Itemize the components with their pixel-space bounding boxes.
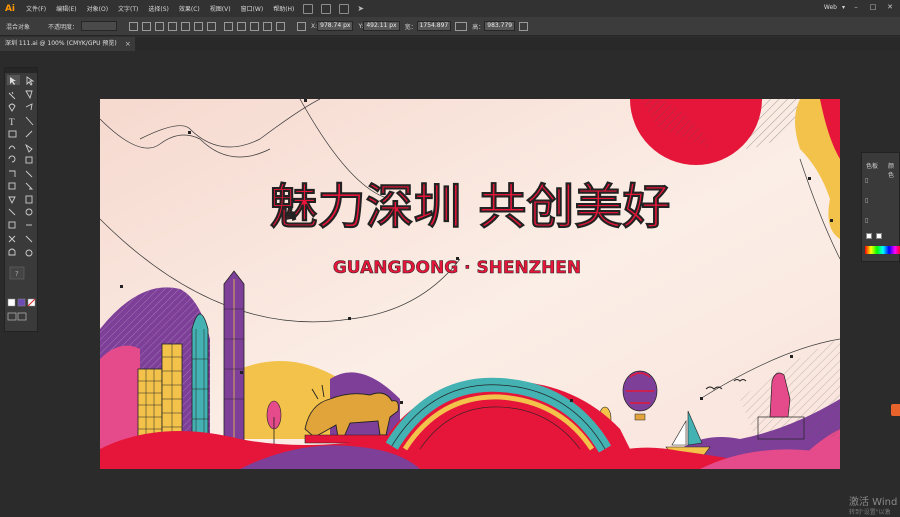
distribute-icon[interactable]	[224, 21, 234, 31]
activation-watermark: 激活 Wind	[849, 497, 898, 508]
y-field[interactable]: 492.11 px	[363, 21, 400, 31]
bridge-icon[interactable]	[303, 3, 314, 14]
activation-watermark-sub: 转到"设置"以激	[849, 509, 891, 516]
distribute-v-icon[interactable]	[237, 21, 247, 31]
menu-help[interactable]: 帮助(H)	[268, 4, 299, 13]
x-field[interactable]: 978.74 px	[317, 21, 354, 31]
channel-g-icon: ▯	[865, 197, 869, 204]
selection-type-label: 混合对象	[6, 23, 31, 31]
menu-edit[interactable]: 编辑(E)	[51, 4, 81, 13]
channel-b-icon: ▯	[865, 217, 869, 224]
svg-text:?: ?	[15, 270, 19, 278]
align-left-icon[interactable]	[142, 21, 152, 31]
document-close-icon[interactable]: ×	[125, 37, 131, 51]
align-top-icon[interactable]	[181, 21, 191, 31]
menu-window[interactable]: 窗口(W)	[236, 4, 269, 13]
artboard[interactable]: 魅力深圳 共创美好 GUANGDONG · SHENZHEN	[100, 99, 840, 469]
maximize-icon[interactable]: □	[867, 2, 879, 12]
width-label: 宽：	[404, 23, 417, 31]
menu-file[interactable]: 文件(F)	[21, 4, 51, 13]
document-tab[interactable]: 深圳 111.ai @ 100% (CMYK/GPU 预览) ×	[0, 37, 135, 51]
poster-artwork[interactable]: 魅力深圳 共创美好 GUANGDONG · SHENZHEN	[100, 99, 840, 469]
align-bottom-icon[interactable]	[207, 21, 217, 31]
document-tab-title: 深圳 111.ai @ 100% (CMYK/GPU 预览)	[5, 40, 117, 47]
reference-point-icon[interactable]	[297, 21, 307, 31]
app-logo: Ai	[4, 3, 16, 14]
poster-subtitle: GUANGDONG · SHENZHEN	[333, 258, 581, 278]
height-label: 高：	[472, 23, 485, 31]
tools-grid[interactable]: T ?	[5, 73, 39, 333]
align-center-icon[interactable]	[155, 21, 165, 31]
send-icon[interactable]: ➤	[357, 4, 367, 14]
side-tab-badge[interactable]	[891, 404, 900, 416]
tab-color[interactable]: 颜色	[888, 161, 899, 179]
menu-select[interactable]: 选择(S)	[143, 4, 174, 13]
align-middle-icon[interactable]	[194, 21, 204, 31]
menu-bar: Ai 文件(F) 编辑(E) 对象(O) 文字(T) 选择(S) 效果(C) 视…	[0, 0, 900, 17]
menu-effect[interactable]: 效果(C)	[174, 4, 205, 13]
document-tab-bar: 深圳 111.ai @ 100% (CMYK/GPU 预览) ×	[0, 37, 900, 51]
distribute-h-icon[interactable]	[250, 21, 260, 31]
menu-type[interactable]: 文字(T)	[113, 4, 143, 13]
swatches-panel: 色板 颜色 ▯ ▯ ▯	[861, 152, 900, 262]
close-icon[interactable]: ✕	[884, 2, 896, 12]
menu-object[interactable]: 对象(O)	[82, 4, 113, 13]
link-proportions-icon[interactable]	[455, 21, 468, 31]
stroke-swatch[interactable]	[876, 233, 882, 239]
transform-icon[interactable]	[276, 21, 286, 31]
tools-panel: T ?	[4, 67, 38, 332]
recolor-icon[interactable]	[129, 21, 139, 31]
fill-swatch[interactable]	[866, 233, 872, 239]
workspace-chevron-icon[interactable]: ▾	[842, 4, 845, 11]
menu-view[interactable]: 视图(V)	[205, 4, 236, 13]
poster-title: 魅力深圳 共创美好	[270, 179, 671, 235]
opacity-field[interactable]	[81, 21, 118, 31]
stock-icon[interactable]	[339, 3, 350, 14]
channel-r-icon: ▯	[865, 177, 869, 184]
arrange-documents-icon[interactable]	[321, 3, 332, 14]
svg-text:T: T	[9, 117, 15, 127]
align-to-icon[interactable]	[263, 21, 273, 31]
transform-panel-icon[interactable]	[519, 21, 529, 31]
workspace-switcher[interactable]: Web	[824, 4, 837, 11]
opacity-label: 不透明度：	[48, 23, 79, 31]
height-field[interactable]: 983.779	[484, 21, 516, 31]
control-bar: 混合对象 不透明度： X: 978.74 px Y: 492.11 px 宽： …	[0, 17, 900, 36]
align-right-icon[interactable]	[168, 21, 178, 31]
color-spectrum[interactable]	[865, 246, 900, 254]
width-field[interactable]: 1754.897	[416, 21, 452, 31]
minimize-icon[interactable]: –	[850, 2, 862, 12]
tab-swatches[interactable]: 色板	[866, 161, 878, 170]
